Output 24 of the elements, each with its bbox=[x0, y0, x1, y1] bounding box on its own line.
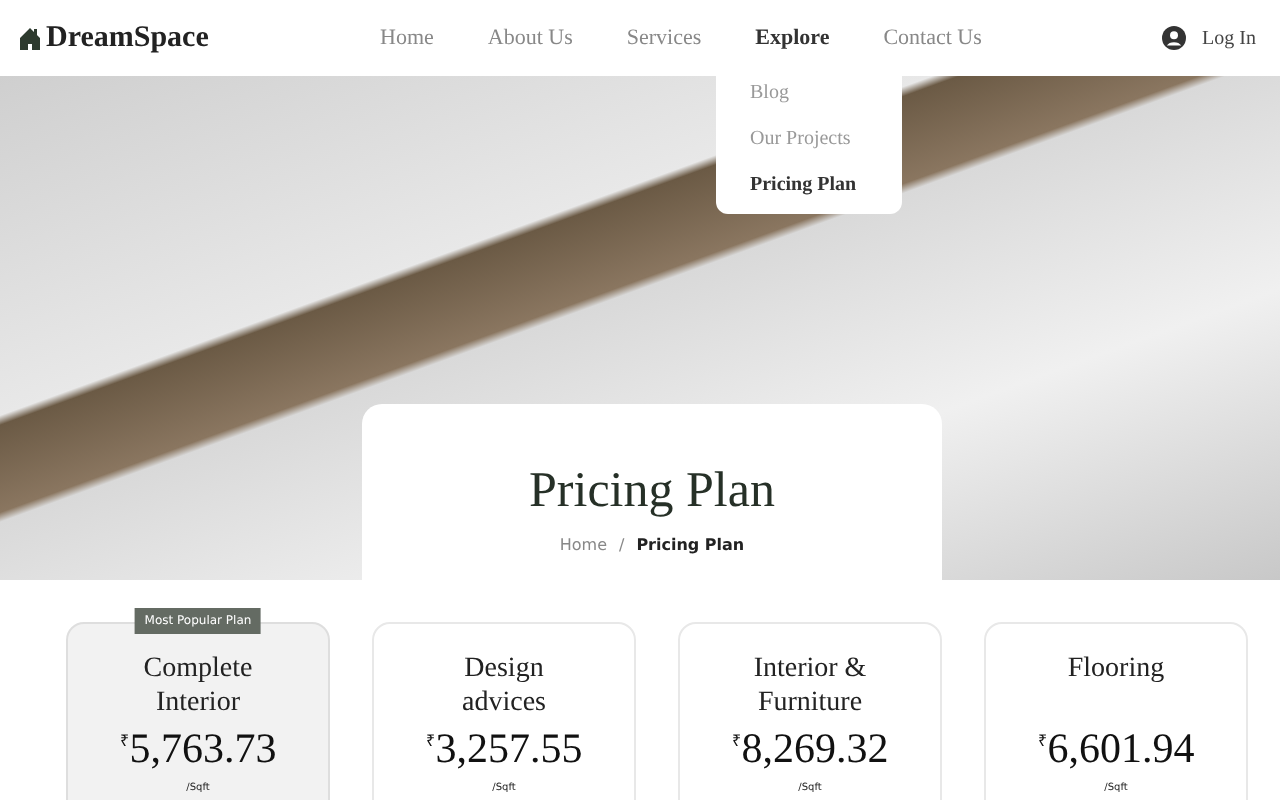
nav-link[interactable]: Home bbox=[380, 26, 434, 50]
plan-name: Flooring bbox=[1065, 652, 1167, 688]
plan-name: Interior & Furniture bbox=[751, 652, 869, 720]
menu-item[interactable]: Blog bbox=[716, 76, 902, 110]
plan-name: Complete Interior bbox=[141, 652, 255, 720]
plan-price: $^{₹}$5,763.73 bbox=[119, 724, 277, 774]
page-title: Pricing Plan bbox=[529, 464, 775, 520]
user-icon[interactable] bbox=[1162, 26, 1187, 50]
breadcrumb-text: / bbox=[618, 536, 625, 554]
nav-link[interactable]: Explore bbox=[755, 26, 830, 50]
nav-link[interactable]: About Us bbox=[487, 26, 573, 50]
breadcrumb-text: Pricing Plan bbox=[636, 536, 745, 554]
menu-item[interactable]: Pricing Plan bbox=[716, 168, 902, 202]
login-link[interactable]: Log In bbox=[1202, 27, 1256, 49]
plan-price: $^{₹}$8,269.32 bbox=[731, 724, 889, 774]
nav-link[interactable]: Contact Us bbox=[883, 26, 982, 50]
house-icon bbox=[20, 27, 40, 49]
brand-name[interactable]: DreamSpace bbox=[46, 21, 209, 55]
menu-item[interactable]: Our Projects bbox=[716, 122, 902, 156]
plan-price: $^{₹}$6,601.94 bbox=[1037, 724, 1195, 774]
plan-name: Design advices bbox=[460, 652, 548, 720]
nav-link[interactable]: Services bbox=[626, 26, 702, 50]
breadcrumb-link[interactable]: Home bbox=[559, 536, 607, 554]
plan-price: $^{₹}$3,257.55 bbox=[425, 724, 583, 774]
